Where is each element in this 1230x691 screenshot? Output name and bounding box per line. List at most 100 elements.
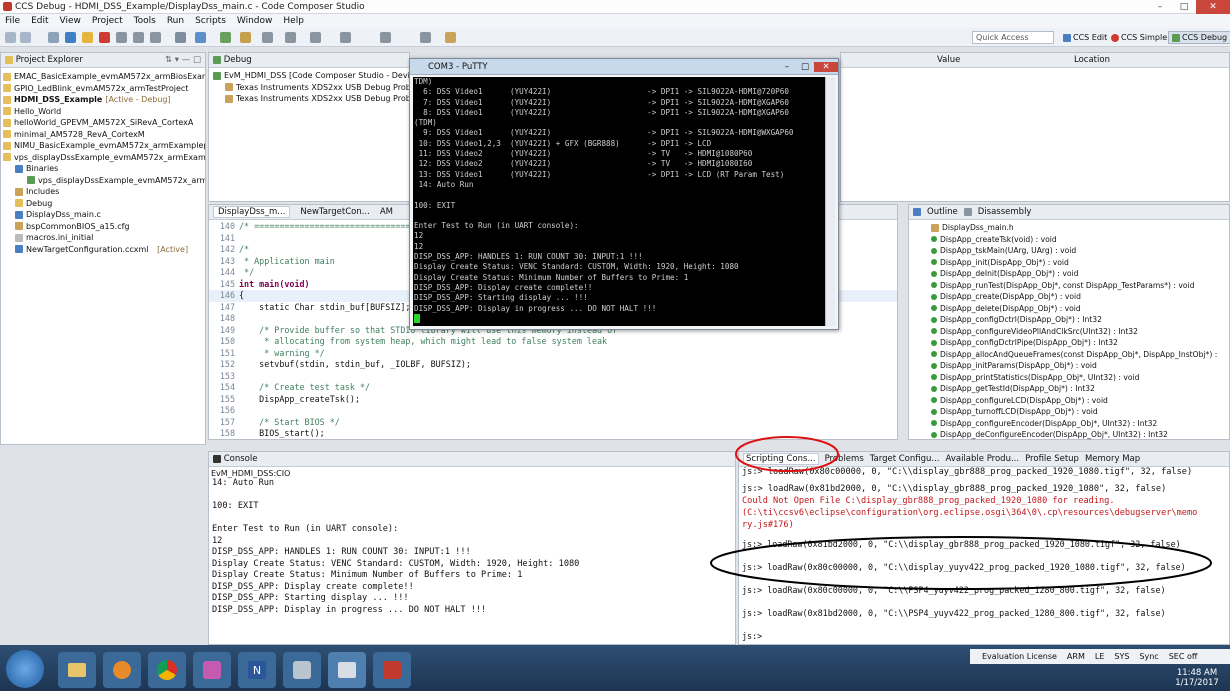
outline-item[interactable]: DispApp_allocAndQueueFrames(const DispAp… xyxy=(931,349,1229,361)
menu-edit[interactable]: Edit xyxy=(31,16,48,26)
tab-memory-map[interactable]: Memory Map xyxy=(1085,454,1140,464)
debug-session[interactable]: EvM_HDMI_DSS [Code Composer Studio - Dev… xyxy=(213,70,409,82)
debug-probe[interactable]: Texas Instruments XDS2xx USB Debug Probe… xyxy=(213,82,409,94)
perspective-ccs-edit[interactable]: CCS Edit xyxy=(1060,31,1110,44)
step-return-icon[interactable] xyxy=(150,32,161,43)
outline-item[interactable]: DispApp_initParams(DispApp_Obj*) : void xyxy=(931,360,1229,372)
menu-scripts[interactable]: Scripts xyxy=(195,16,226,26)
status-license[interactable]: Evaluation License xyxy=(982,652,1057,661)
reset-icon[interactable] xyxy=(175,32,186,43)
outline-item[interactable]: DispApp_printStatistics(DispApp_Obj*, UI… xyxy=(931,372,1229,384)
maximize-button[interactable]: □ xyxy=(1172,0,1196,14)
tree-item-file[interactable]: macros.ini_initial xyxy=(3,232,205,244)
close-button[interactable]: ✕ xyxy=(1196,0,1230,14)
status-sync[interactable]: Sync xyxy=(1139,652,1158,661)
project-item[interactable]: helloWorld_GPEVM_AM572X_SiRevA_CortexA xyxy=(3,117,205,129)
media-icon[interactable] xyxy=(103,652,141,688)
paint-icon[interactable] xyxy=(193,652,231,688)
debug-probe[interactable]: Texas Instruments XDS2xx USB Debug Probe… xyxy=(213,93,409,105)
tab-debug[interactable]: Debug xyxy=(224,55,252,65)
project-item[interactable]: EMAC_BasicExample_evmAM572x_armBiosExamp… xyxy=(3,71,205,83)
status-sec[interactable]: SEC off xyxy=(1169,652,1198,661)
tree-item-file[interactable]: DisplayDss_main.c xyxy=(3,209,205,221)
tree-item-binaries[interactable]: Binaries xyxy=(3,163,205,175)
tree-item-file[interactable]: bspCommonBIOS_a15.cfg xyxy=(3,221,205,233)
perspective-ccs-simple[interactable]: CCS Simple xyxy=(1108,31,1170,44)
putty-minimize-button[interactable]: – xyxy=(778,62,796,72)
putty-maximize-button[interactable]: □ xyxy=(796,62,814,72)
status-arm[interactable]: ARM xyxy=(1067,652,1085,661)
forward-icon[interactable] xyxy=(340,32,351,43)
menu-file[interactable]: File xyxy=(5,16,20,26)
settings-icon[interactable] xyxy=(420,32,431,43)
tab-profile-setup[interactable]: Profile Setup xyxy=(1025,454,1079,464)
scripting-icon[interactable] xyxy=(380,32,391,43)
outline-item[interactable]: DispApp_configDctrlPipe(DispApp_Obj*) : … xyxy=(931,337,1229,349)
project-item[interactable]: vps_displayDssExample_evmAM572x_armExamp… xyxy=(3,152,205,164)
tab-target-configurations[interactable]: Target Configu... xyxy=(870,454,940,464)
view-menu-icon[interactable]: ⇅ ▾ — □ xyxy=(165,55,205,65)
outline-item[interactable]: DispApp_create(DispApp_Obj*) : void xyxy=(931,291,1229,303)
project-item-active[interactable]: HDMI_DSS_Example [Active - Debug] xyxy=(3,94,205,106)
outline-item[interactable]: DispApp_turnoffLCD(DispApp_Obj*) : void xyxy=(931,406,1229,418)
tab-am[interactable]: AM xyxy=(380,207,393,217)
putty-scrollbar[interactable] xyxy=(825,77,835,326)
menu-project[interactable]: Project xyxy=(92,16,123,26)
step-into-icon[interactable] xyxy=(116,32,127,43)
outline-item[interactable]: DispApp_getTestId(DispApp_Obj*) : Int32 xyxy=(931,383,1229,395)
outline-item[interactable]: DispApp_delete(DispApp_Obj*) : void xyxy=(931,303,1229,315)
build-icon[interactable] xyxy=(220,32,231,43)
putty-terminal[interactable]: TDM) 6: DSS Video1 (YUY422I) -> DPI1 -> … xyxy=(413,77,825,326)
status-le[interactable]: LE xyxy=(1095,652,1105,661)
outline-item[interactable]: DispApp_runTest(DispApp_Obj*, const Disp… xyxy=(931,280,1229,292)
restart-icon[interactable] xyxy=(195,32,206,43)
tab-newtargetconfig[interactable]: NewTargetCon... xyxy=(300,207,369,217)
explorer-icon[interactable] xyxy=(58,652,96,688)
tools-icon[interactable] xyxy=(285,32,296,43)
tab-displaydss-main[interactable]: DisplayDss_m... xyxy=(213,206,291,218)
menu-tools[interactable]: Tools xyxy=(134,16,156,26)
menu-run[interactable]: Run xyxy=(167,16,184,26)
tree-item-file[interactable]: NewTargetConfiguration.ccxml [Active] xyxy=(3,244,205,256)
terminate-icon[interactable] xyxy=(99,32,110,43)
putty-close-button[interactable]: ✕ xyxy=(814,61,838,72)
tree-item-binary[interactable]: vps_displayDssExample_evmAM572x_armExa xyxy=(3,175,205,187)
outline-item[interactable]: DispApp_configureLCD(DispApp_Obj*) : voi… xyxy=(931,395,1229,407)
search-icon[interactable] xyxy=(310,32,321,43)
outline-item[interactable]: DispApp_deInit(DispApp_Obj*) : void xyxy=(931,268,1229,280)
menu-help[interactable]: Help xyxy=(283,16,304,26)
memory-icon[interactable] xyxy=(262,32,273,43)
outline-item[interactable]: DispApp_configureEncoder(DispApp_Obj*, U… xyxy=(931,418,1229,430)
tab-disassembly[interactable]: Disassembly xyxy=(978,207,1032,217)
project-item[interactable]: minimal_AM5728_RevA_CortexM xyxy=(3,129,205,141)
tab-project-explorer[interactable]: Project Explorer xyxy=(16,55,83,65)
ccs-taskbar-icon[interactable] xyxy=(373,652,411,688)
outline-item[interactable]: DispApp_configureVideoPllAndClkSrc(UInt3… xyxy=(931,326,1229,338)
save-icon[interactable] xyxy=(20,32,31,43)
step-over-icon[interactable] xyxy=(133,32,144,43)
outline-item[interactable]: DispApp_init(DispApp_Obj*) : void xyxy=(931,257,1229,269)
new-icon[interactable] xyxy=(5,32,16,43)
outline-item[interactable]: DispApp_deConfigureEncoder(DispApp_Obj*,… xyxy=(931,429,1229,441)
tree-item-debug[interactable]: Debug xyxy=(3,198,205,210)
tree-item-includes[interactable]: Includes xyxy=(3,186,205,198)
system-clock[interactable]: 11:48 AM 1/17/2017 xyxy=(1168,668,1226,690)
column-location[interactable]: Location xyxy=(1074,55,1110,65)
start-button[interactable] xyxy=(6,650,44,688)
outline-item[interactable]: DispApp_tskMain(UArg, UArg) : void xyxy=(931,245,1229,257)
project-item[interactable]: Hello_World xyxy=(3,106,205,118)
column-value[interactable]: Value xyxy=(937,55,960,65)
outline-item[interactable]: DisplayDss_main.h xyxy=(931,222,1229,234)
menu-window[interactable]: Window xyxy=(237,16,273,26)
project-item[interactable]: GPIO_LedBlink_evmAM572x_armTestProject xyxy=(3,83,205,95)
tab-console[interactable]: Console xyxy=(224,454,258,464)
menu-view[interactable]: View xyxy=(60,16,81,26)
chrome-icon[interactable] xyxy=(148,652,186,688)
outline-item[interactable]: DispApp_configDctrl(DispApp_Obj*) : Int3… xyxy=(931,314,1229,326)
load-icon[interactable] xyxy=(240,32,251,43)
debug-icon[interactable] xyxy=(48,32,59,43)
status-sys[interactable]: SYS xyxy=(1114,652,1129,661)
resume-icon[interactable] xyxy=(65,32,76,43)
minimize-button[interactable]: – xyxy=(1148,0,1172,14)
project-item[interactable]: NIMU_BasicExample_evmAM572x_armExamplepr… xyxy=(3,140,205,152)
